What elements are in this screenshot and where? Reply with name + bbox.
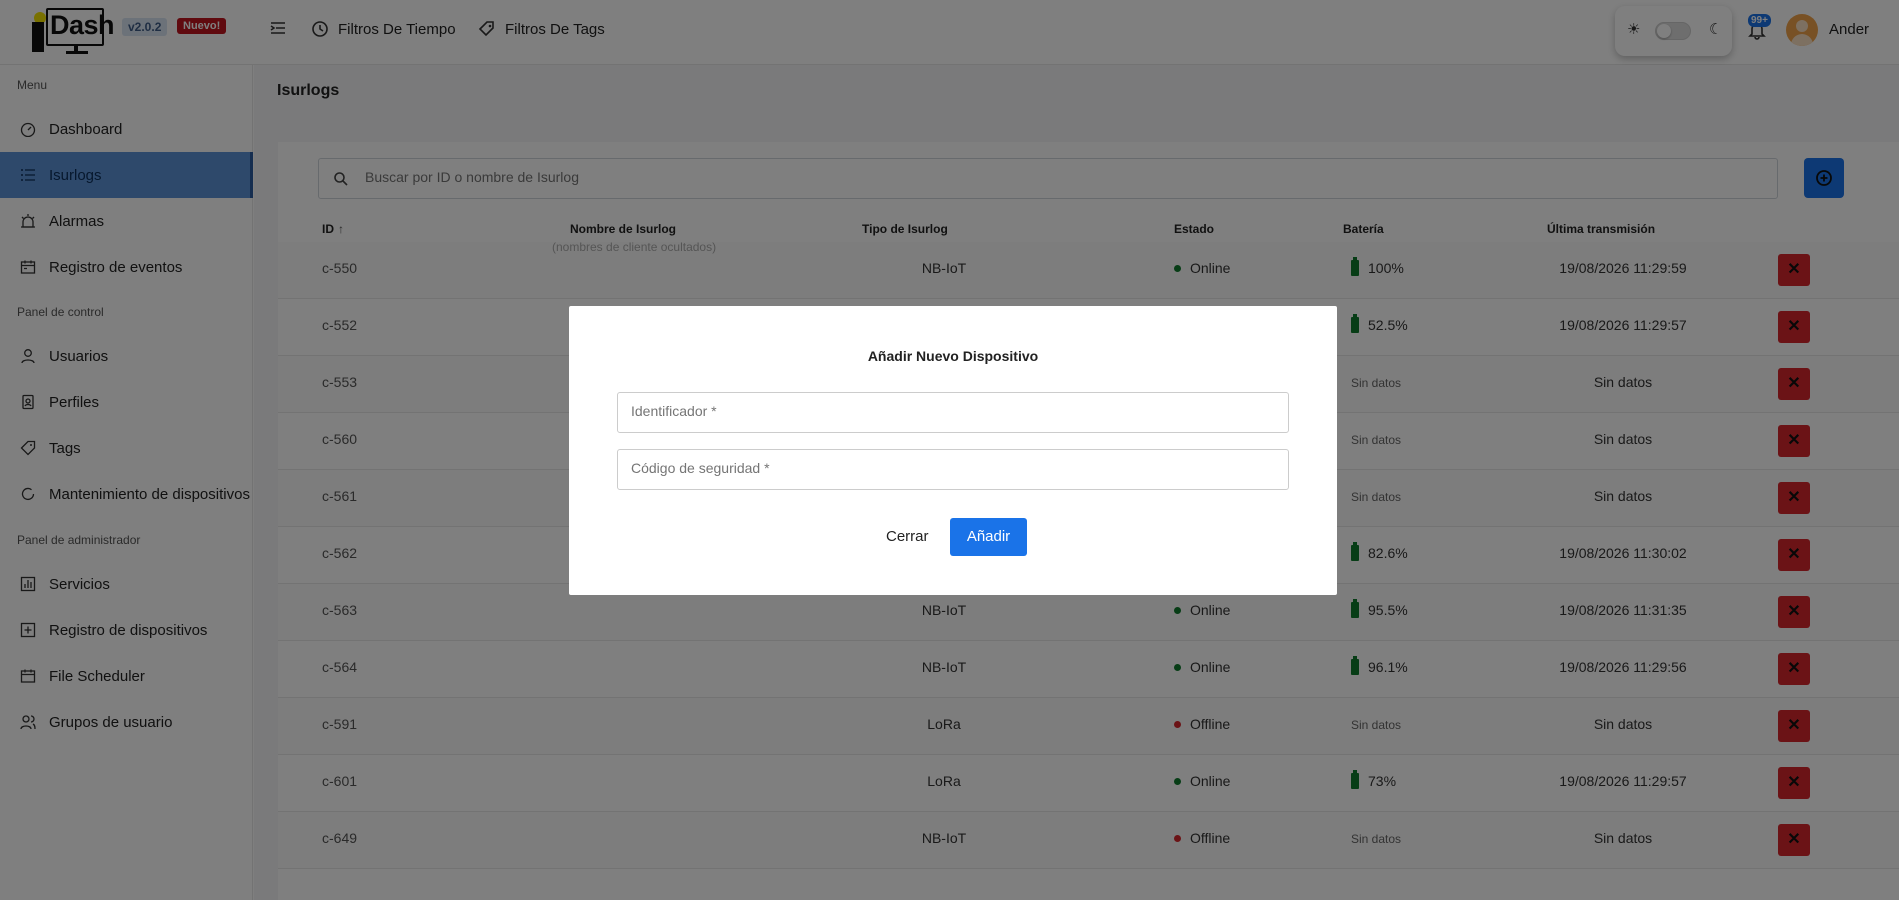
hidden-names-note: (nombres de cliente ocultados): [552, 240, 717, 254]
security-code-field[interactable]: [617, 449, 1289, 490]
identifier-field[interactable]: [617, 392, 1289, 433]
add-button[interactable]: Añadir: [950, 518, 1027, 556]
close-button[interactable]: Cerrar: [886, 528, 929, 545]
modal-title: Añadir Nuevo Dispositivo: [867, 348, 1039, 364]
security-code-input[interactable]: [631, 460, 1271, 476]
add-device-modal: Añadir Nuevo Dispositivo Cerrar Añadir: [569, 306, 1337, 595]
identifier-input[interactable]: [631, 403, 1271, 419]
